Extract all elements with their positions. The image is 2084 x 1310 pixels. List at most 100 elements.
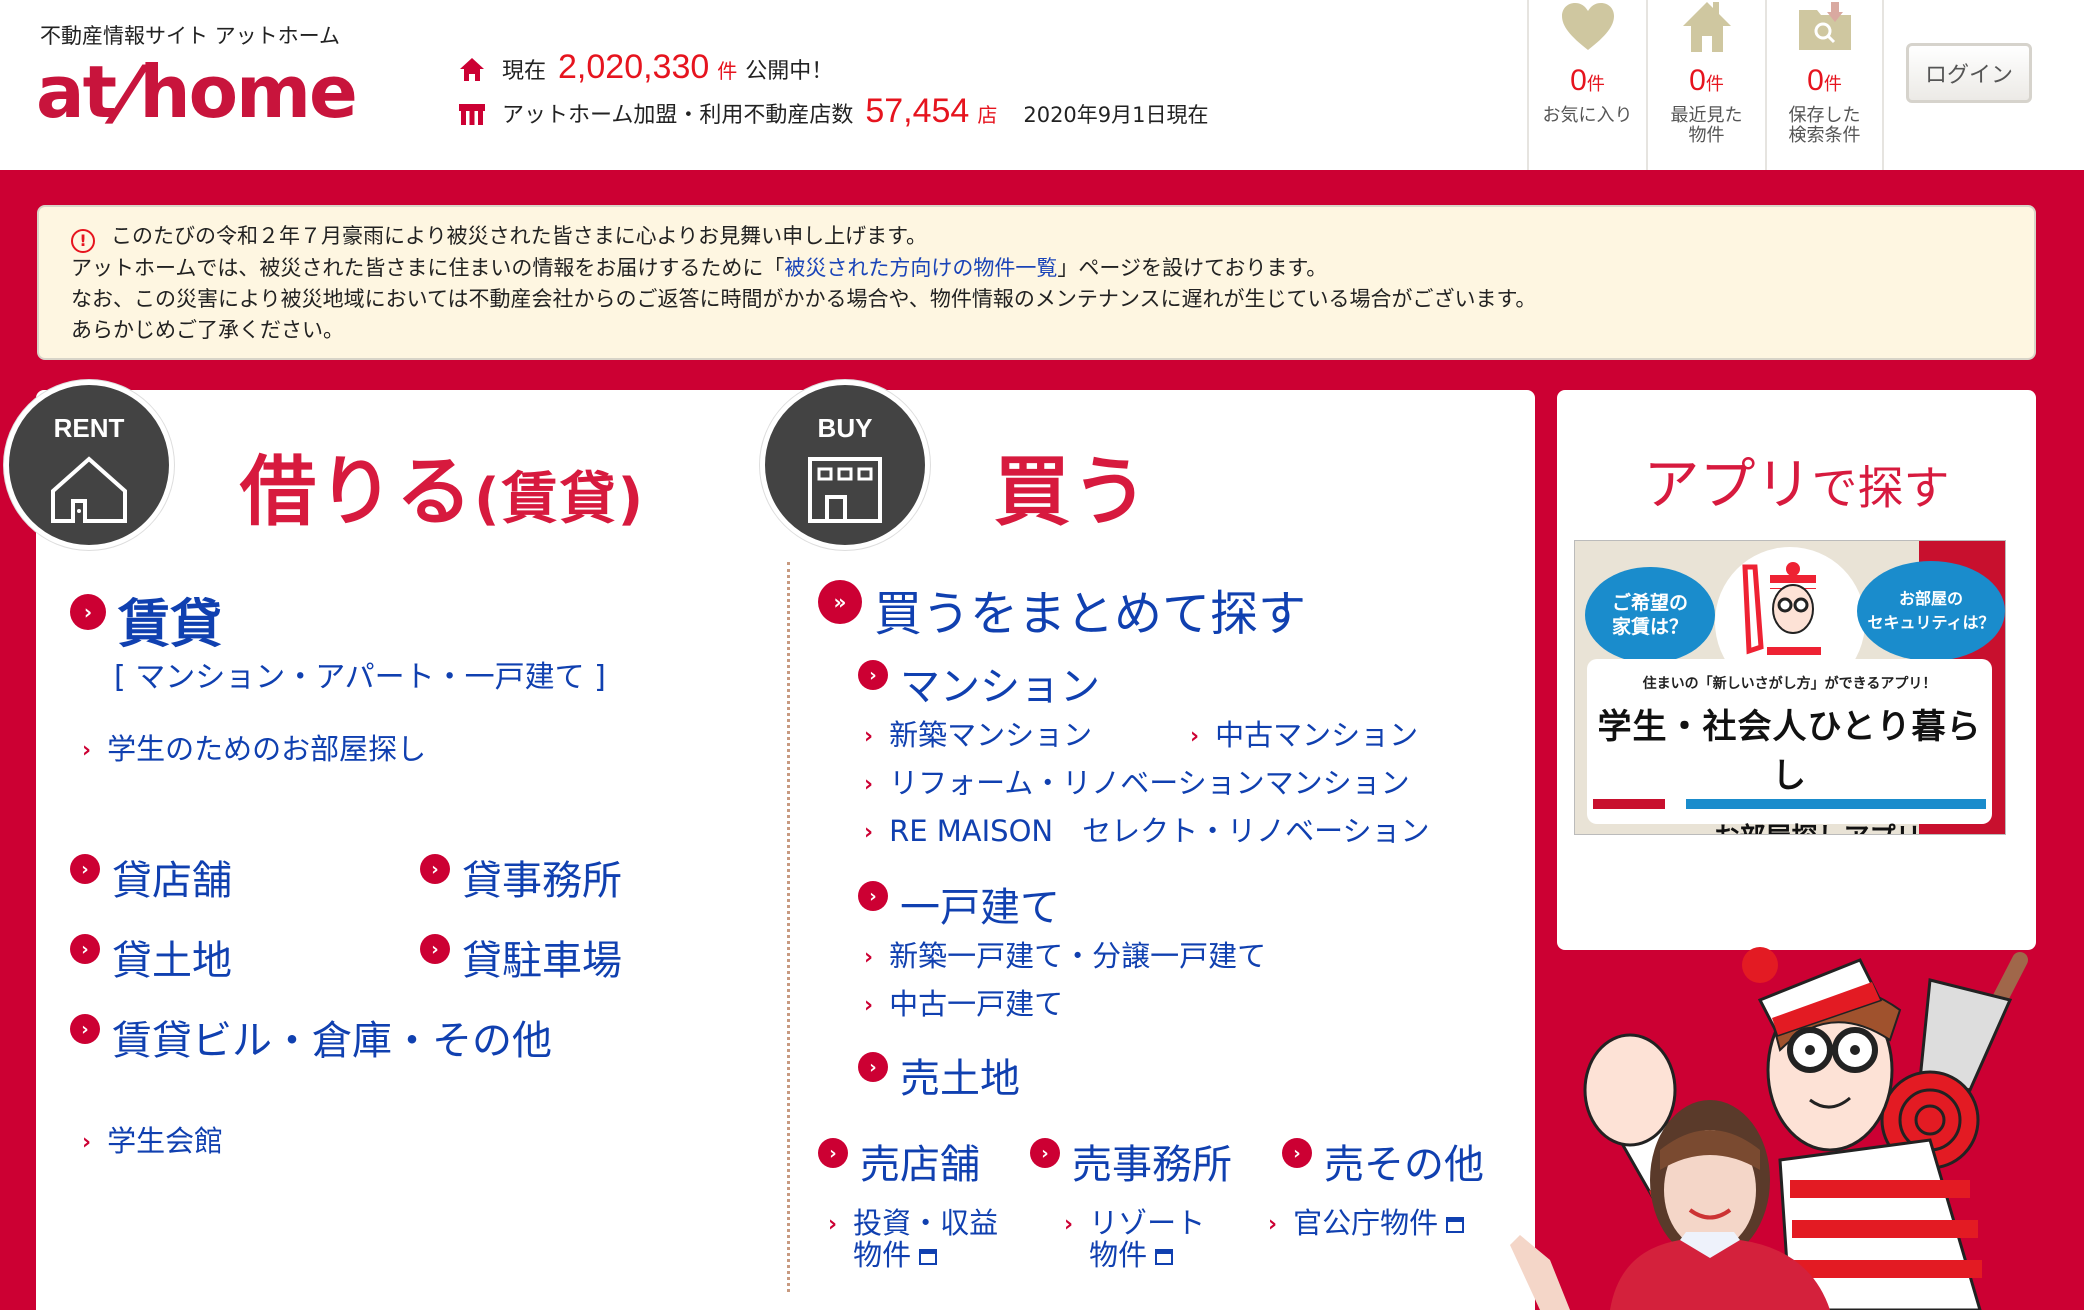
store-icon [459,104,485,125]
arrow-icon: › [818,1138,848,1168]
used-house-link[interactable]: › 中古一戸建て [864,988,1063,1022]
favorites-button[interactable]: 0件 お気に入り [1527,0,1646,170]
recently-viewed-button[interactable]: 0件 最近見た 物件 [1646,0,1765,170]
banner-line-3: のためのお部屋探しアプリ [1587,817,1992,834]
buy-other-link[interactable]: › 売その他 [1282,1132,1484,1190]
arrow-icon: › [420,934,450,964]
agents-count: 57,454 [865,92,970,130]
external-window-icon [1446,1217,1465,1233]
buy-all-link[interactable]: » 買うをまとめて探す [818,574,1306,644]
login-button[interactable]: ログイン [1906,43,2032,103]
saved-searches-count: 0件 [1807,64,1842,97]
listings-unit: 件 [717,59,738,83]
rent-badge: RENT [4,380,174,550]
site-header: 不動産情報サイト アットホーム at/home 現在 2,020,330 件 公… [0,0,2084,170]
arrow-icon: › [1030,1138,1060,1168]
buy-badge: BUY [760,380,930,550]
chevron-right-icon: › [82,1130,92,1155]
chevron-right-icon: › [864,945,874,970]
saved-searches-label: 保存した 検索条件 [1788,105,1861,146]
agents-stat: アットホーム加盟・利用不動産店数 57,454 店 2020年9月1日現在 [458,92,1209,136]
buy-land-link[interactable]: › 売土地 [858,1046,1020,1104]
chevron-right-icon: › [864,820,874,845]
student-room-link[interactable]: › 学生のためのお部屋探し [82,733,426,767]
agents-unit: 店 [977,103,998,127]
athome-logo[interactable]: at/home [36,50,358,134]
re-maison-link[interactable]: › RE MAISON セレクト・リノベーション [864,815,1430,849]
buy-shop-link[interactable]: › 売店舗 [818,1132,980,1190]
external-window-icon [919,1249,938,1265]
app-title: アプリで探す [1643,453,1950,518]
investment-link[interactable]: › 投資・収益 物件 [828,1207,998,1271]
house-icon [1682,2,1731,52]
stats-date: 2020年9月1日現在 [1023,103,1209,127]
rent-office-link[interactable]: › 貸事務所 [420,848,622,906]
chevron-right-icon: › [864,993,874,1018]
student-dorm-link[interactable]: › 学生会館 [82,1125,223,1159]
listings-stat: 現在 2,020,330 件 公開中！ [458,48,1209,92]
disaster-listings-link[interactable]: 被災された方向けの物件一覧 [784,256,1057,280]
arrow-icon: › [858,1052,888,1082]
saved-search-icon [1798,2,1851,50]
buy-house-link[interactable]: › 一戸建て [858,875,1060,933]
rent-badge-label: RENT [53,413,125,443]
new-house-link[interactable]: › 新築一戸建て・分譲一戸建て [864,940,1266,974]
saved-searches-button[interactable]: 0件 保存した 検索条件 [1765,0,1884,170]
recently-viewed-label: 最近見た 物件 [1670,105,1743,146]
buy-badge-label: BUY [817,413,873,443]
buy-title: 買う [994,447,1150,536]
rent-parking-link[interactable]: › 貸駐車場 [420,928,622,986]
header-shortcuts: 0件 お気に入り 0件 最近見た 物件 0件 保存した 検索条件 [1527,0,1884,170]
agents-label: アットホーム加盟・利用不動産店数 [502,103,854,128]
external-window-icon [1155,1249,1174,1265]
chevron-right-icon: › [1190,724,1200,749]
warning-icon: ! [71,229,95,253]
banner-bars [1587,799,1992,809]
app-banner[interactable]: ご希望の 家賃は？ お部屋の セキュリティは？ 住まいの「新しいさがし方」ができ… [1574,540,2006,835]
government-link[interactable]: › 官公庁物件 [1268,1207,1465,1241]
renovation-mansion-link[interactable]: › リフォーム・リノベーションマンション [864,767,1410,801]
rent-main-link[interactable]: › 賃貸 [70,582,222,657]
house-icon [460,58,484,81]
buy-office-link[interactable]: › 売事務所 [1030,1132,1232,1190]
rent-main-subtitle[interactable]: [ マンション・アパート・一戸建て ] [114,652,606,696]
rent-land-link[interactable]: › 貸土地 [70,928,232,986]
arrow-icon: › [70,1014,100,1044]
rent-title: 借りる(賃貸) [240,447,646,536]
favorites-count: 0件 [1570,64,1605,97]
banner-bubble-rent: ご希望の 家賃は？ [1585,567,1715,663]
site-tagline: 不動産情報サイト アットホーム [40,24,341,48]
section-divider [787,562,790,1292]
arrow-icon: › [858,881,888,911]
site-stats: 現在 2,020,330 件 公開中！ アットホーム加盟・利用不動産店数 57,… [458,48,1209,136]
favorites-label: お気に入り [1542,105,1633,126]
chevron-right-icon: › [864,724,874,749]
logo-home: home [139,50,358,134]
listings-count: 2,020,330 [558,48,710,86]
notice-line-2: アットホームでは、被災された皆さまに住まいの情報をお届けするために「被災された方… [71,256,1328,280]
arrow-icon: › [858,660,888,690]
notice-line-1: ! このたびの令和２年７月豪雨により被災された皆さまに心よりお見舞い申し上げます。 [71,221,2034,253]
listings-prefix: 現在 [502,59,547,84]
new-mansion-link[interactable]: › 新築マンション [864,719,1092,753]
banner-bubble-security: お部屋の セキュリティは？ [1857,561,2005,661]
listings-suffix: 公開中！ [745,59,834,84]
arrow-icon: › [1282,1138,1312,1168]
banner-line-2: 学生・社会人ひとり暮らし [1597,707,1982,796]
used-mansion-link[interactable]: › 中古マンション [1190,719,1418,753]
recently-viewed-count: 0件 [1689,64,1724,97]
hat-pompom [1742,947,1778,983]
rent-building-link[interactable]: › 賃貸ビル・倉庫・その他 [70,1008,552,1066]
notice-line-3: なお、この災害により被災地域においては不動産会社からのご返答に時間がかかる場合や… [71,287,1537,311]
buy-mansion-link[interactable]: › マンション [858,654,1100,712]
notice-line-4: あらかじめご了承ください。 [71,318,344,342]
logo-at: at [36,50,117,134]
arrow-icon: › [70,934,100,964]
banner-text-box: 住まいの「新しいさがし方」ができるアプリ！ 学生・社会人ひとり暮らし のためのお… [1587,659,1992,834]
resort-link[interactable]: › リゾート 物件 [1064,1207,1205,1271]
arrow-icon: › [70,854,100,884]
rent-shop-link[interactable]: › 貸店舗 [70,848,232,906]
chevron-right-icon: › [828,1212,838,1237]
building-icon [808,457,882,523]
arrow-icon: › [420,854,450,884]
